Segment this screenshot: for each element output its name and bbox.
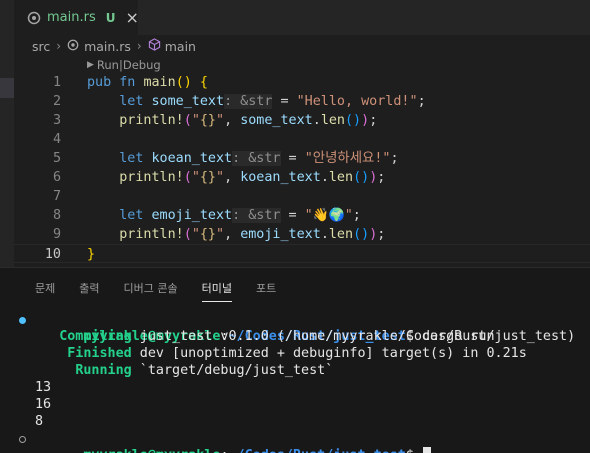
git-status-badge: U — [105, 10, 116, 25]
code-line: 1 pub fn main() { — [14, 73, 590, 92]
command-pending-icon — [19, 436, 26, 443]
terminal-output-line: Compiling just_test v0.1.0 (/home/myyrak… — [59, 329, 576, 344]
code-line: 2 let some_text: &str = "Hello, world!"; — [14, 92, 590, 111]
activity-indicator — [0, 78, 14, 98]
line-number: 7 — [52, 189, 61, 204]
terminal-output-line: 8 — [35, 414, 44, 429]
type-hint: : &str — [232, 151, 281, 166]
code-editor[interactable]: ▶ Run | Debug 1 pub fn main() { 2 let so… — [14, 57, 590, 267]
terminal-output-line: Running `target/debug/just_test` — [75, 363, 334, 378]
terminal-cursor — [423, 447, 431, 453]
type-hint: : &str — [224, 94, 273, 109]
tab-debug-console[interactable]: 디버그 콘솔 — [124, 280, 178, 302]
terminal-command-line: myyrakle@myyrakle:~/Codes/Rust/just_test… — [0, 311, 590, 344]
tab-label: main.rs — [47, 10, 96, 25]
line-number: 6 — [52, 170, 61, 185]
line-number: 3 — [52, 113, 61, 128]
terminal-output-line: Finished dev [unoptimized + debuginfo] t… — [67, 346, 527, 361]
breadcrumb-symbol[interactable]: main — [165, 39, 196, 54]
line-number: 1 — [52, 75, 61, 90]
tab-main-rs[interactable]: main.rs U × — [14, 0, 139, 35]
terminal-output-line: 16 — [35, 397, 52, 412]
tab-terminal[interactable]: 터미널 — [201, 280, 233, 302]
breadcrumb-src[interactable]: src — [32, 39, 50, 54]
code-line: 5 let koean_text: &str = "안녕하세요!"; — [14, 149, 590, 168]
line-number: 2 — [52, 94, 61, 109]
line-number: 5 — [52, 151, 61, 166]
code-line: 6 println!("{}", koean_text.len()); — [14, 168, 590, 187]
chevron-right-icon: › — [136, 39, 142, 53]
terminal-prompt-line: myyrakle@myyrakle:~/Codes/Rust/just_test… — [0, 430, 590, 453]
line-number: 8 — [52, 208, 61, 223]
code-line: 8 let emoji_text: &str = "👋🌍"; — [14, 206, 590, 225]
terminal-output-line: 13 — [35, 380, 52, 395]
codelens: ▶ Run | Debug — [87, 58, 161, 72]
close-icon[interactable]: × — [125, 9, 138, 26]
terminal[interactable]: myyrakle@myyrakle:~/Codes/Rust/just_test… — [0, 311, 590, 453]
breadcrumb-file[interactable]: main.rs — [84, 39, 131, 54]
play-icon: ▶ — [87, 60, 94, 70]
chevron-right-icon: › — [56, 39, 62, 53]
tab-problems[interactable]: 문제 — [35, 280, 55, 302]
type-hint: : &str — [232, 208, 281, 223]
code-line: 3 println!("{}", some_text.len()); — [14, 111, 590, 130]
codelens-debug[interactable]: Debug — [123, 58, 161, 72]
rust-file-icon — [27, 11, 41, 25]
code-line: 7 — [14, 187, 590, 206]
codelens-run[interactable]: Run — [97, 58, 119, 72]
cube-icon — [148, 38, 161, 54]
rust-file-icon — [67, 39, 79, 54]
code-line: 9 println!("{}", emoji_text.len()); — [14, 225, 590, 244]
line-number: 4 — [52, 132, 61, 147]
breadcrumb: src › main.rs › main — [14, 35, 590, 57]
line-number: 9 — [52, 227, 61, 242]
code-line: 4 — [14, 130, 590, 149]
command-success-icon — [19, 317, 26, 324]
tab-bar: main.rs U × — [14, 0, 590, 35]
line-number: 10 — [44, 247, 61, 262]
code-line-current: 10 } — [14, 244, 590, 263]
tab-output[interactable]: 출력 — [79, 280, 99, 302]
bottom-panel: 문제 출력 디버그 콘솔 터미널 포트 myyrakle@myyrakle:~/… — [0, 267, 590, 453]
tab-ports[interactable]: 포트 — [256, 280, 276, 302]
panel-tabs: 문제 출력 디버그 콘솔 터미널 포트 — [35, 280, 300, 302]
